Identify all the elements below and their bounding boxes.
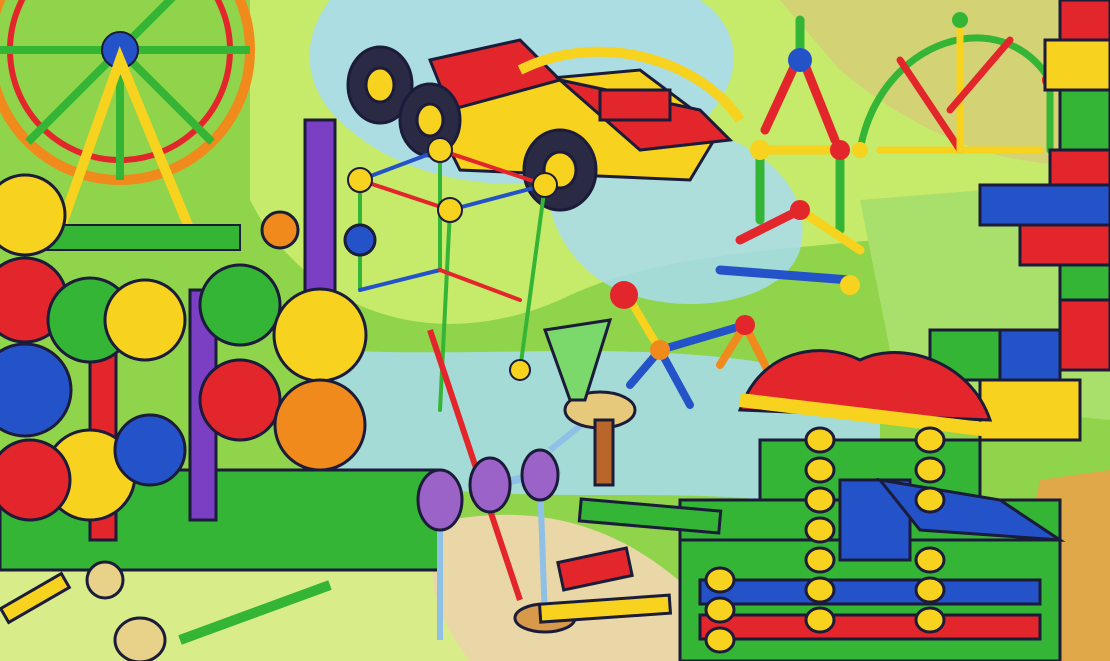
toy-scene-illustration <box>0 0 1110 661</box>
